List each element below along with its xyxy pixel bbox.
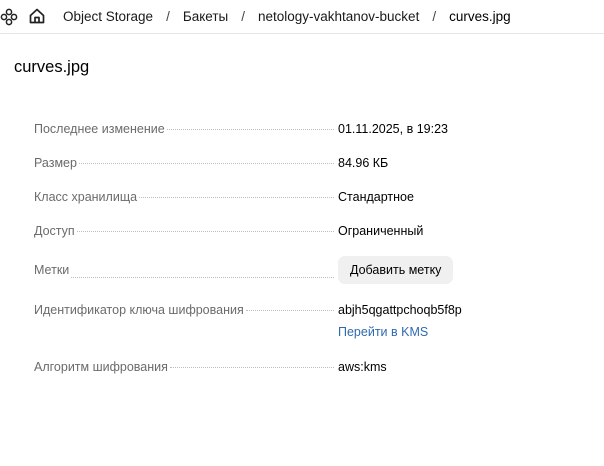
breadcrumb-current-object: curves.jpg [449, 8, 511, 24]
property-value: Ограниченный [338, 224, 424, 238]
property-value: Стандартное [338, 190, 414, 204]
property-label: Алгоритм шифрования [34, 360, 168, 374]
property-value: aws:kms [338, 360, 387, 374]
breadcrumb-bucket[interactable]: netology-vakhtanov-bucket [258, 9, 419, 24]
property-label: Метки [34, 263, 70, 277]
property-label: Доступ [34, 224, 75, 238]
property-tags: Метки Добавить метку [34, 256, 554, 284]
property-size: Размер 84.96 КБ [34, 156, 554, 170]
property-encryption-algorithm: Алгоритм шифрования aws:kms [34, 360, 554, 374]
property-storage-class: Класс хранилища Стандартное [34, 190, 554, 204]
page-title: curves.jpg [14, 58, 90, 76]
home-icon[interactable] [28, 7, 46, 25]
leader-dots [139, 196, 334, 198]
top-bar: Object Storage / Бакеты / netology-vakht… [0, 0, 604, 34]
breadcrumb-separator: / [241, 8, 245, 24]
property-value: 84.96 КБ [338, 156, 389, 170]
leader-dots [76, 230, 334, 232]
encryption-key-values: abjh5qgattpchoqb5f8p Перейти в KMS [338, 303, 462, 339]
leader-dots [245, 309, 334, 311]
property-label: Последнее изменение [34, 122, 165, 136]
leader-dots [169, 366, 334, 368]
property-label: Размер [34, 156, 77, 170]
leader-dots [71, 276, 334, 278]
add-tag-button[interactable]: Добавить метку [338, 256, 454, 284]
services-icon[interactable] [0, 8, 18, 26]
go-to-kms-link[interactable]: Перейти в KMS [338, 325, 462, 339]
property-encryption-key: Идентификатор ключа шифрования abjh5qgat… [34, 303, 554, 339]
breadcrumb-object-storage[interactable]: Object Storage [63, 9, 153, 24]
property-label: Класс хранилища [34, 190, 138, 204]
leader-dots [78, 162, 334, 164]
property-value: 01.11.2025, в 19:23 [338, 122, 448, 136]
breadcrumb-buckets[interactable]: Бакеты [183, 9, 228, 24]
breadcrumb-separator: / [432, 8, 437, 24]
property-last-modified: Последнее изменение 01.11.2025, в 19:23 [34, 122, 554, 136]
breadcrumb-separator: / [166, 8, 170, 24]
breadcrumb: Object Storage / Бакеты / netology-vakht… [63, 0, 511, 32]
property-label: Идентификатор ключа шифрования [34, 303, 244, 317]
property-value: abjh5qgattpchoqb5f8p [338, 303, 462, 317]
property-access: Доступ Ограниченный [34, 224, 554, 238]
leader-dots [166, 128, 334, 130]
